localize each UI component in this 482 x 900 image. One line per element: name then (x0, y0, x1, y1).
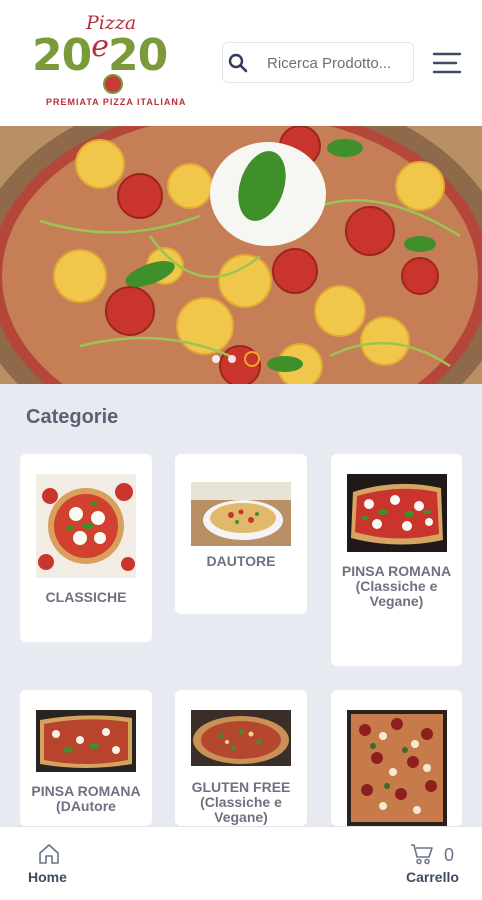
home-icon (39, 844, 59, 864)
search-icon[interactable] (228, 53, 248, 73)
search-input[interactable] (267, 51, 407, 75)
logo-wordmark: 20e20 (32, 29, 168, 81)
logo-tagline: PREMIATA PIZZA ITALIANA (46, 97, 187, 107)
tab-home[interactable]: Home (20, 827, 80, 900)
carousel-dot-active[interactable] (244, 351, 260, 367)
category-image (36, 474, 136, 578)
category-card-pinsa-classiche[interactable]: PINSA ROMANA (Classiche e Vegane) (331, 454, 462, 666)
category-card[interactable] (331, 690, 462, 826)
carousel-indicators (212, 351, 260, 367)
category-image (346, 710, 447, 826)
cart-icon (411, 844, 433, 865)
category-name: DAUTORE (206, 553, 276, 569)
carousel-dot[interactable] (212, 355, 220, 363)
categories-heading: Categorie (26, 406, 119, 428)
cart-count-badge: 0 (444, 845, 455, 865)
category-name: GLUTEN FREE (Classiche e Vegane) (191, 779, 291, 825)
category-card-classiche[interactable]: CLASSICHE (20, 454, 152, 642)
category-name: PINSA ROMANA (Classiche e Vegane) (341, 563, 452, 609)
category-image (346, 474, 447, 552)
bottom-tab-bar: Home 0 Carrello (0, 826, 482, 900)
carousel-dot[interactable] (228, 355, 236, 363)
category-name: PINSA ROMANA (DAutore (31, 783, 141, 814)
logo-number-left: 20 (32, 30, 92, 81)
logo-number-right: 20 (108, 30, 168, 81)
tab-home-label: Home (28, 869, 67, 885)
app-header: Pizza 20e20 PREMIATA PIZZA ITALIANA (0, 0, 482, 126)
category-card-dautore[interactable]: DAUTORE (175, 454, 307, 614)
logo-e: e (91, 29, 109, 64)
tab-cart[interactable]: 0 Carrello (402, 827, 468, 900)
category-image (191, 482, 291, 546)
hamburger-menu-icon[interactable] (432, 50, 462, 76)
tab-cart-label: Carrello (406, 869, 459, 885)
search-box (222, 42, 414, 83)
category-name: CLASSICHE (45, 589, 127, 605)
hero-carousel[interactable] (0, 126, 482, 384)
brand-logo[interactable]: Pizza 20e20 PREMIATA PIZZA ITALIANA (26, 10, 204, 114)
category-card-gluten-free[interactable]: GLUTEN FREE (Classiche e Vegane) (175, 690, 307, 826)
category-image (191, 710, 291, 766)
hero-pizza-image (0, 126, 482, 384)
category-image (36, 710, 136, 772)
tomato-icon (103, 74, 123, 94)
category-card-pinsa-dautore[interactable]: PINSA ROMANA (DAutore (20, 690, 152, 826)
